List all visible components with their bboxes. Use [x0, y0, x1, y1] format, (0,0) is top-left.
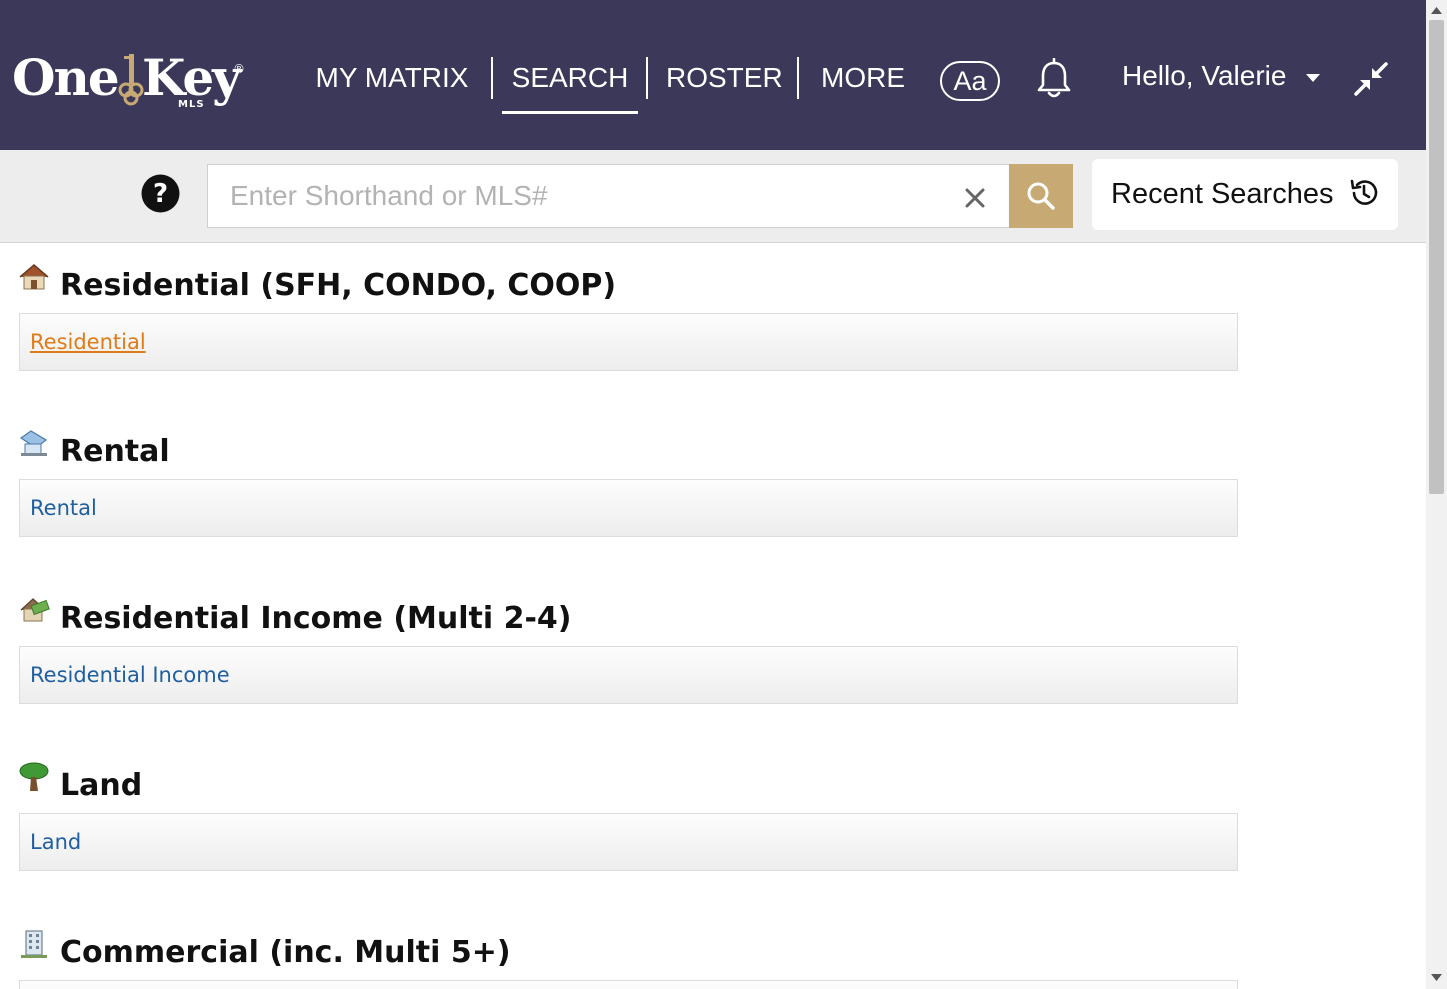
recent-searches-label: Recent Searches	[1111, 178, 1334, 210]
search-button[interactable]	[1009, 164, 1073, 228]
top-navbar: One Key ® MLS MY MATRIX SEARCH ROSTER MO…	[0, 0, 1426, 150]
search-icon	[1027, 182, 1055, 210]
scroll-down-arrow-icon[interactable]	[1431, 974, 1442, 982]
recent-searches-button[interactable]: Recent Searches	[1092, 159, 1398, 230]
scrollbar-thumb[interactable]	[1429, 20, 1444, 494]
compress-icon[interactable]	[1354, 62, 1388, 96]
section-title: Rental	[60, 434, 170, 469]
nav-roster[interactable]: ROSTER	[666, 56, 783, 100]
residential-link[interactable]: Residential	[30, 328, 146, 356]
land-link[interactable]: Land	[30, 828, 81, 856]
nav-active-indicator	[502, 111, 638, 114]
search-field	[207, 164, 1010, 228]
nav-my-matrix[interactable]: MY MATRIX	[312, 56, 472, 100]
nav-separator	[491, 57, 493, 99]
section-title: Residential Income (Multi 2-4)	[60, 601, 572, 636]
section-link-row: Residential	[19, 313, 1238, 371]
onekey-logo[interactable]: One Key ® MLS	[12, 50, 252, 114]
svg-text:?: ?	[153, 179, 168, 209]
logo-mls: MLS	[178, 99, 205, 110]
search-input[interactable]	[230, 165, 950, 227]
close-icon[interactable]	[964, 187, 986, 209]
money-house-icon	[20, 598, 50, 622]
tree-icon	[19, 762, 49, 791]
bell-icon[interactable]	[1034, 58, 1074, 100]
nav-search[interactable]: SEARCH	[502, 56, 638, 100]
house-icon	[19, 264, 49, 290]
section-title: Commercial (inc. Multi 5+)	[60, 935, 511, 970]
logo-registered-mark: ®	[233, 62, 245, 76]
scroll-up-arrow-icon[interactable]	[1431, 6, 1442, 14]
section-link-row	[19, 980, 1238, 989]
nav-separator	[646, 57, 648, 99]
vertical-scrollbar[interactable]	[1426, 0, 1447, 989]
section-link-row: Residential Income	[19, 646, 1238, 704]
caret-down-icon[interactable]	[1306, 74, 1320, 82]
section-link-row: Rental	[19, 479, 1238, 537]
font-size-button[interactable]: Aa	[940, 61, 1000, 101]
rental-icon	[19, 430, 48, 456]
logo-word-one: One	[12, 48, 120, 107]
rental-link[interactable]: Rental	[30, 494, 97, 522]
user-greeting[interactable]: Hello, Valerie	[1122, 56, 1286, 96]
building-icon	[21, 930, 47, 958]
nav-more[interactable]: MORE	[818, 56, 908, 100]
residential-income-link[interactable]: Residential Income	[30, 661, 230, 689]
nav-separator	[797, 57, 799, 99]
section-link-row: Land	[19, 813, 1238, 871]
history-icon	[1350, 179, 1378, 205]
help-icon[interactable]: ?	[141, 174, 180, 213]
section-title: Land	[60, 768, 143, 803]
logo-word-key: Key	[142, 48, 241, 107]
section-title: Residential (SFH, CONDO, COOP)	[60, 268, 617, 303]
